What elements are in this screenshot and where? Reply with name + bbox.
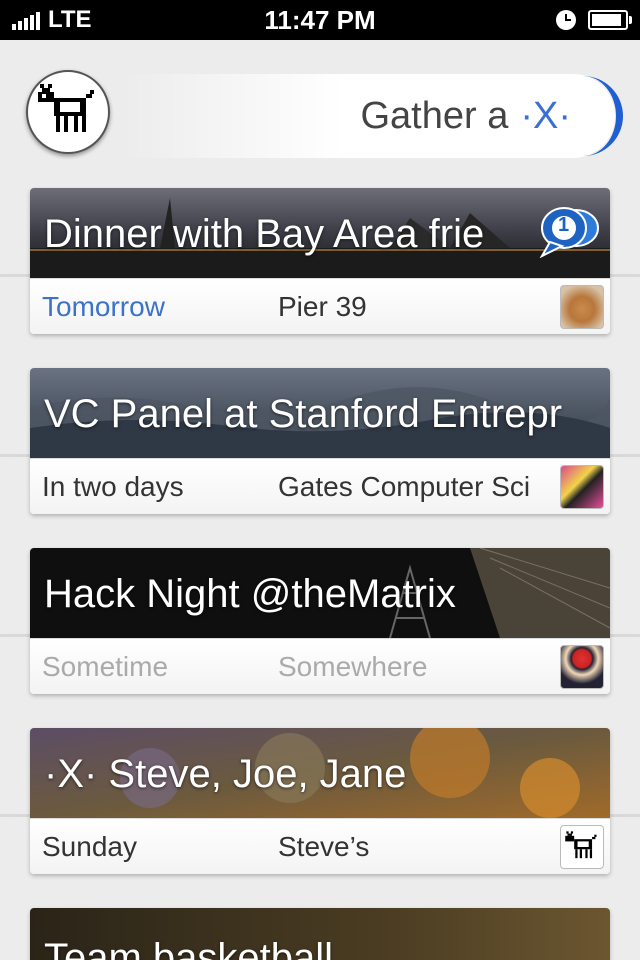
event-info-row: Tomorrow Pier 39 — [30, 278, 610, 334]
event-title: ·X· Steve, Joe, Jane — [44, 752, 407, 796]
event-card[interactable]: Team basketball — [30, 908, 610, 960]
event-when: Sometime — [42, 651, 169, 682]
attendee-thumbnail[interactable] — [560, 645, 604, 689]
event-card[interactable]: Dinner with Bay Area frie 1 Tomorrow Pie… — [30, 188, 610, 334]
status-left: LTE — [12, 6, 92, 34]
event-info-row: Sunday Steve’s — [30, 818, 610, 874]
carrier-label: LTE — [48, 6, 92, 33]
signal-bars-icon — [12, 10, 40, 30]
event-where: Steve’s — [278, 831, 370, 862]
event-card[interactable]: ·X· Steve, Joe, Jane Sunday Steve’s — [30, 728, 610, 874]
gather-button[interactable]: Gather a ·X· — [120, 74, 623, 158]
status-time: 11:47 PM — [264, 4, 376, 35]
event-title: Team basketball — [44, 936, 334, 960]
profile-avatar[interactable] — [26, 70, 110, 154]
gather-label: Gather a — [360, 94, 509, 137]
pixel-dog-icon — [38, 84, 94, 132]
battery-icon — [588, 10, 632, 30]
alarm-clock-icon — [556, 10, 576, 30]
event-title: Hack Night @theMatrix — [44, 572, 456, 616]
attendee-thumbnail[interactable] — [560, 465, 604, 509]
event-where: Somewhere — [278, 651, 428, 682]
event-where: Gates Computer Sci — [278, 471, 531, 502]
header: Gather a ·X· — [0, 40, 640, 180]
event-title: VC Panel at Stanford Entrepr — [44, 392, 563, 436]
event-info-row: Sometime Somewhere — [30, 638, 610, 694]
attendee-thumbnail[interactable] — [560, 825, 604, 869]
event-title: Dinner with Bay Area frie — [44, 212, 485, 256]
pixel-dog-icon — [565, 831, 597, 859]
event-card[interactable]: Hack Night @theMatrix Sometime Somewhere — [30, 548, 610, 694]
attendee-thumbnail[interactable] — [560, 285, 604, 329]
unread-count-badge: 1 — [558, 214, 570, 236]
event-when: In two days — [42, 471, 184, 502]
status-bar: LTE 11:47 PM — [0, 0, 640, 40]
event-where: Pier 39 — [278, 291, 367, 322]
event-when: Sunday — [42, 831, 137, 862]
event-card[interactable]: VC Panel at Stanford Entrepr In two days… — [30, 368, 610, 514]
status-right — [556, 10, 632, 30]
event-info-row: In two days Gates Computer Sci — [30, 458, 610, 514]
gather-x-symbol: ·X· — [520, 94, 571, 137]
chat-bubble-icon[interactable]: 1 — [538, 202, 600, 259]
event-when: Tomorrow — [42, 291, 165, 322]
